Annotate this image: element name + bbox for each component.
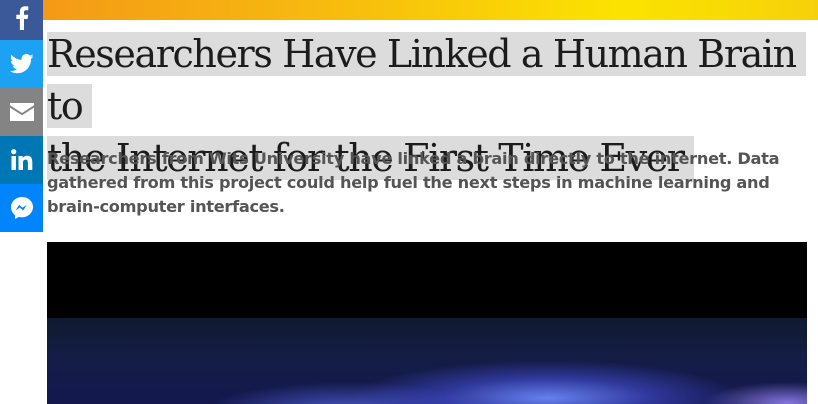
hero-image [47,242,807,404]
headline-line-1: Researchers Have Linked a Human Brain to [47,32,806,128]
article-page: Researchers Have Linked a Human Brain to… [0,0,818,404]
article-dek: Researchers from Wits University have li… [47,149,780,216]
email-share-button[interactable] [0,88,43,136]
accent-bar [43,0,818,20]
messenger-icon [10,196,34,220]
facebook-icon [15,0,29,30]
linkedin-share-button[interactable] [0,136,43,184]
email-icon [9,103,34,121]
hero-image-brain-waves [47,318,807,404]
twitter-icon [9,54,34,74]
share-rail [0,0,43,232]
twitter-share-button[interactable] [0,40,43,88]
messenger-share-button[interactable] [0,184,43,232]
linkedin-icon [10,149,33,171]
facebook-share-button[interactable] [0,0,43,40]
